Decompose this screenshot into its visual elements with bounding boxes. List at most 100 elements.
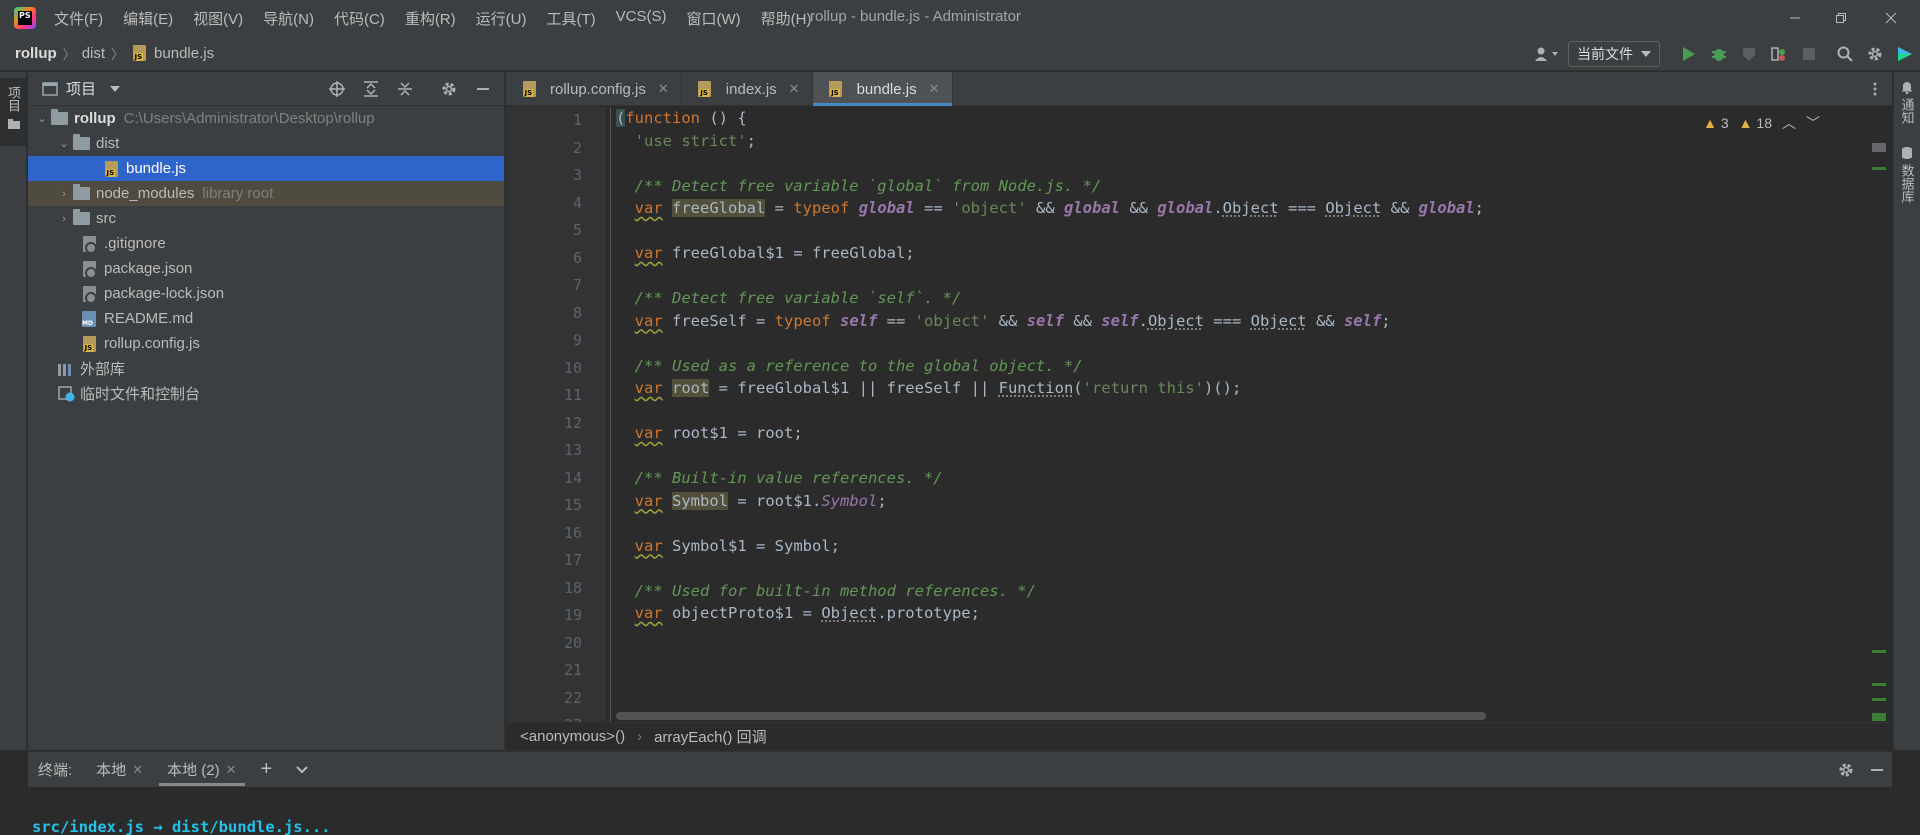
tab-bundle-js[interactable]: bundle.js ✕	[813, 72, 953, 106]
minimize-button[interactable]	[1772, 0, 1818, 36]
tree-item-package-lock-json[interactable]: package-lock.json	[28, 281, 504, 306]
gear-icon[interactable]	[1838, 762, 1854, 778]
new-terminal-button[interactable]: +	[249, 752, 285, 788]
terminal-output[interactable]: src/index.js → dist/bundle.js...	[28, 787, 1920, 835]
line-number: 17	[564, 551, 582, 569]
tab-index-js[interactable]: index.js ✕	[682, 72, 813, 106]
tree-item-scratches[interactable]: 临时文件和控制台	[28, 381, 504, 406]
close-icon[interactable]: ✕	[929, 81, 940, 97]
menu-window[interactable]: 窗口(W)	[676, 8, 750, 29]
code-line[interactable]: /** Detect free variable `global` from N…	[616, 177, 1101, 195]
menu-refactor[interactable]: 重构(R)	[395, 8, 466, 29]
tab-label: bundle.js	[857, 81, 917, 98]
menu-view[interactable]: 视图(V)	[183, 8, 253, 29]
run-button[interactable]	[1674, 39, 1704, 69]
code-line[interactable]: var freeSelf = typeof self == 'object' &…	[616, 312, 1391, 330]
restore-button[interactable]	[1818, 0, 1864, 36]
expand-all-button[interactable]	[356, 74, 386, 104]
close-icon[interactable]: ✕	[658, 81, 669, 97]
crumb-folder[interactable]: dist	[82, 45, 105, 62]
crumb-file[interactable]: bundle.js	[154, 45, 214, 62]
chevron-right-icon[interactable]: ›	[56, 188, 72, 200]
weak-warnings-count[interactable]: ▲ 18	[1739, 115, 1772, 131]
code-line[interactable]: var freeGlobal = typeof global == 'objec…	[616, 199, 1484, 217]
code-with-me-icon	[1896, 45, 1914, 63]
run-configuration-select[interactable]: 当前文件	[1568, 41, 1660, 67]
tree-item-node-modules[interactable]: › node_modules library root	[28, 181, 504, 206]
menu-vcs[interactable]: VCS(S)	[606, 8, 677, 29]
close-window-button[interactable]	[1868, 0, 1914, 36]
close-icon[interactable]: ✕	[226, 762, 237, 778]
code-editor[interactable]: 1 2 3 4 5 6 7 8 9 10 11 12 13 14 15 16 1…	[506, 107, 1892, 722]
code-line[interactable]: (function () {	[616, 109, 747, 127]
code-line[interactable]: 'use strict';	[616, 132, 756, 150]
terminal-tab-local-2[interactable]: 本地 (2) ✕	[155, 752, 248, 788]
code-line[interactable]: /** Used for built-in method references.…	[616, 582, 1036, 600]
horizontal-scrollbar[interactable]	[616, 712, 1486, 720]
user-button[interactable]	[1526, 39, 1568, 69]
code-line[interactable]: var Symbol = root$1.Symbol;	[616, 492, 887, 510]
tree-item-bundle-js[interactable]: bundle.js	[28, 156, 504, 181]
project-panel-title[interactable]: 项目	[66, 78, 96, 99]
code-line[interactable]: /** Built-in value references. */	[616, 469, 943, 487]
menu-navigate[interactable]: 导航(N)	[253, 8, 324, 29]
terminal-tab-local[interactable]: 本地 ✕	[84, 752, 155, 788]
tree-item-readme[interactable]: README.md	[28, 306, 504, 331]
chevron-down-icon[interactable]: ⌄	[56, 137, 72, 150]
search-everywhere-button[interactable]	[1830, 39, 1860, 69]
breadcrumb-function[interactable]: <anonymous>()	[520, 728, 625, 745]
code-line[interactable]: var freeGlobal$1 = freeGlobal;	[616, 244, 915, 262]
menu-run[interactable]: 运行(U)	[466, 8, 537, 29]
breadcrumb-callback[interactable]: arrayEach() 回调	[654, 726, 767, 747]
tree-item-dist[interactable]: ⌄ dist	[28, 131, 504, 156]
debug-button[interactable]	[1704, 39, 1734, 69]
line-number: 13	[564, 441, 582, 459]
chevron-down-icon[interactable]: ⌄	[34, 112, 50, 125]
close-icon[interactable]: ✕	[789, 81, 800, 97]
stop-button[interactable]	[1794, 39, 1824, 69]
menu-file[interactable]: 文件(F)	[54, 8, 113, 29]
notifications-tool-button[interactable]: 通知	[1898, 80, 1917, 124]
inspection-widget[interactable]: ▲ 3 ▲ 18 ︿ ﹀	[1703, 113, 1820, 133]
collapse-all-button[interactable]	[390, 74, 420, 104]
tab-label: index.js	[726, 81, 777, 98]
tabs-more-button[interactable]	[1858, 72, 1892, 106]
code-line[interactable]: var root$1 = root;	[616, 424, 803, 442]
menu-code[interactable]: 代码(C)	[324, 8, 395, 29]
warnings-count[interactable]: ▲ 3	[1703, 115, 1729, 131]
code-line[interactable]: var root = freeGlobal$1 || freeSelf || F…	[616, 379, 1241, 397]
terminal-dropdown-button[interactable]	[284, 752, 320, 788]
select-opened-file-button[interactable]	[322, 74, 352, 104]
debug-icon	[1711, 46, 1727, 62]
tree-item-external-libraries[interactable]: 外部库	[28, 356, 504, 381]
close-icon[interactable]: ✕	[132, 762, 143, 778]
project-options-button[interactable]	[434, 74, 464, 104]
code-line[interactable]: /** Used as a reference to the global ob…	[616, 357, 1083, 375]
tree-item-src[interactable]: › src	[28, 206, 504, 231]
tree-item-label: .gitignore	[104, 235, 166, 252]
previous-highlight-icon[interactable]: ︿	[1782, 113, 1796, 133]
minimize-icon[interactable]	[1870, 763, 1884, 777]
tab-rollup-config[interactable]: rollup.config.js ✕	[506, 72, 682, 106]
settings-button[interactable]	[1860, 39, 1890, 69]
project-tool-button[interactable]: 项目	[0, 78, 27, 146]
tree-item-gitignore[interactable]: .gitignore	[28, 231, 504, 256]
tree-item-rollup-config[interactable]: rollup.config.js	[28, 331, 504, 356]
chevron-right-icon[interactable]: ›	[56, 213, 72, 225]
menu-tools[interactable]: 工具(T)	[536, 8, 605, 29]
database-tool-button[interactable]: 数据库	[1898, 146, 1917, 203]
menu-edit[interactable]: 编辑(E)	[113, 8, 183, 29]
code-line[interactable]: var objectProto$1 = Object.prototype;	[616, 604, 980, 622]
tree-item-rollup[interactable]: ⌄ rollup C:\Users\Administrator\Desktop\…	[28, 106, 504, 131]
chevron-down-icon[interactable]	[110, 86, 120, 92]
crumb-project[interactable]: rollup	[15, 45, 57, 62]
profile-button[interactable]	[1764, 39, 1794, 69]
code-lines[interactable]: (function () { 'use strict'; /** Detect …	[616, 107, 1832, 722]
next-highlight-icon[interactable]: ﹀	[1806, 113, 1820, 133]
code-line[interactable]: var Symbol$1 = Symbol;	[616, 537, 840, 555]
code-line[interactable]: /** Detect free variable `self`. */	[616, 289, 961, 307]
hide-panel-button[interactable]	[468, 74, 498, 104]
tree-item-package-json[interactable]: package.json	[28, 256, 504, 281]
code-with-me-button[interactable]	[1890, 39, 1920, 69]
coverage-button[interactable]	[1734, 39, 1764, 69]
